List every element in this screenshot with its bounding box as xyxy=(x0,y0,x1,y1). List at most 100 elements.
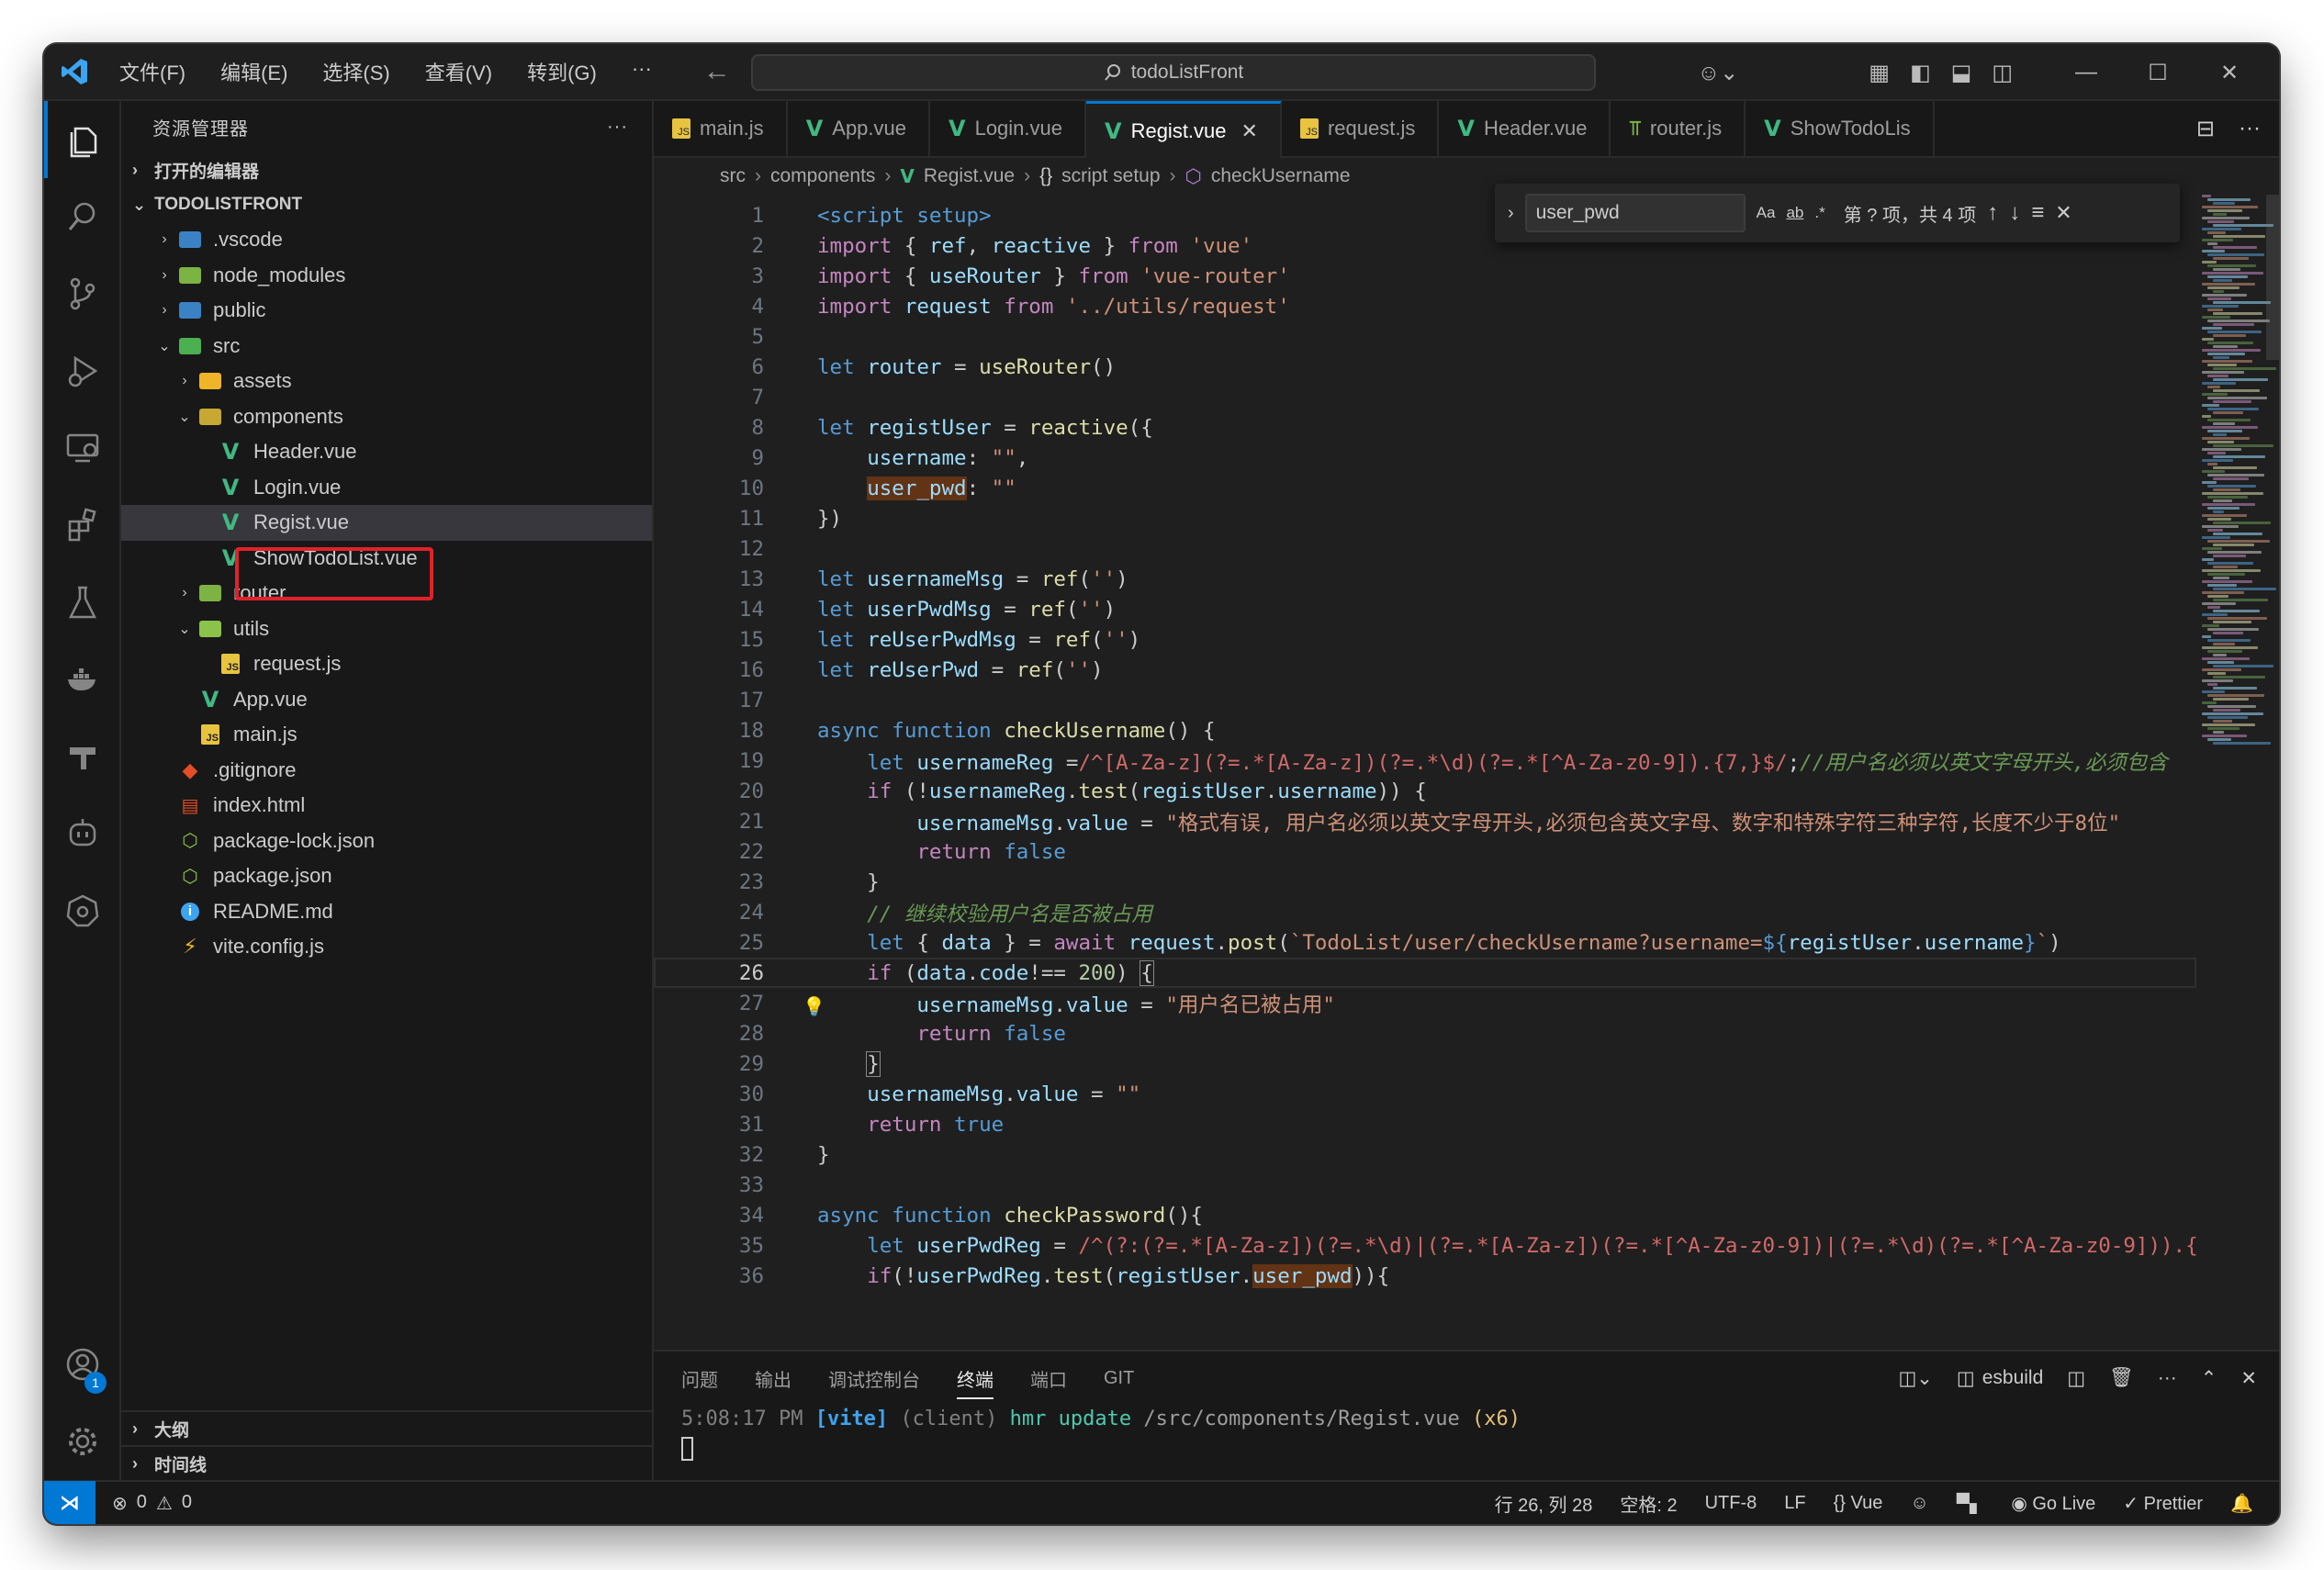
remote-status-icon[interactable]: ▀▖ xyxy=(1957,1492,1984,1515)
editor-more-icon[interactable]: ··· xyxy=(2239,116,2261,141)
panel-tab[interactable]: 输出 xyxy=(755,1365,792,1392)
editor-tab[interactable]: JS request.js xyxy=(1282,101,1440,156)
tree-item[interactable]: › router xyxy=(121,576,652,611)
regex-toggle[interactable]: .* xyxy=(1814,204,1824,222)
menu-view[interactable]: 查看(V) xyxy=(410,51,507,92)
code-line[interactable]: 7 xyxy=(654,382,2196,412)
open-editors-section[interactable]: › 打开的编辑器 xyxy=(121,152,652,187)
tree-item[interactable]: ⌄ utils xyxy=(121,611,652,647)
panel-tab[interactable]: 调试控制台 xyxy=(828,1365,920,1392)
remote-hammer-icon[interactable] xyxy=(44,718,121,795)
code-line[interactable]: 5 xyxy=(654,321,2196,352)
match-case-toggle[interactable]: Aa xyxy=(1757,204,1776,222)
code-line[interactable]: 4 import request from '../utils/request' xyxy=(654,291,2196,321)
split-terminal-icon[interactable]: ◫ xyxy=(2067,1367,2085,1390)
code-line[interactable]: 29 } xyxy=(654,1049,2196,1079)
testing-flask-icon[interactable] xyxy=(44,564,121,641)
error-count[interactable]: 0 xyxy=(137,1492,147,1515)
code-line[interactable]: 26 if (data.code!== 200) { xyxy=(654,958,2196,988)
code-line[interactable]: 20 if (!usernameReg.test(registUser.user… xyxy=(654,776,2196,806)
editor-tab[interactable]: V Regist.vue ✕ xyxy=(1086,101,1282,158)
code-line[interactable]: 27 usernameMsg.value = "用户名已被占用" xyxy=(654,988,2196,1018)
code-line[interactable]: 18 async function checkUsername() { xyxy=(654,715,2196,746)
tree-item[interactable]: V App.vue xyxy=(121,682,652,718)
code-line[interactable]: 6 let router = useRouter() xyxy=(654,352,2196,382)
encoding[interactable]: UTF-8 xyxy=(1705,1493,1757,1514)
tree-item[interactable]: ⬡ package-lock.json xyxy=(121,824,652,859)
code-line[interactable]: 36 if(!userPwdReg.test(registUser.user_p… xyxy=(654,1261,2196,1291)
go-live[interactable]: ◉ Go Live xyxy=(2011,1492,2095,1515)
trash-icon[interactable]: 🗑 xyxy=(2109,1367,2134,1389)
next-match-arrow-icon[interactable]: ↓ xyxy=(2009,200,2020,226)
editor-tab[interactable]: V Login.vue xyxy=(930,101,1086,156)
breadcrumb-function[interactable]: checkUsername xyxy=(1211,165,1351,187)
maximize-icon[interactable]: ☐ xyxy=(2132,60,2184,86)
docker-icon[interactable] xyxy=(44,641,121,718)
editor-tab[interactable]: V App.vue xyxy=(788,101,930,156)
tree-item[interactable]: JS main.js xyxy=(121,717,652,753)
editor-tab[interactable]: V Header.vue xyxy=(1439,101,1611,156)
prettier[interactable]: ✓ Prettier xyxy=(2123,1492,2203,1515)
menu-go[interactable]: 转到(G) xyxy=(512,51,612,92)
find-in-selection-icon[interactable]: ≡ xyxy=(2031,200,2044,226)
tree-item[interactable]: › .vscode xyxy=(121,222,652,258)
timeline-section[interactable]: › 时间线 xyxy=(121,1445,652,1480)
tree-item[interactable]: i README.md xyxy=(121,894,652,930)
code-line[interactable]: 32} xyxy=(654,1139,2196,1170)
panel-tab[interactable]: 终端 xyxy=(957,1365,994,1399)
code-line[interactable]: 8 let registUser = reactive({ xyxy=(654,412,2196,443)
breadcrumb-src[interactable]: src xyxy=(720,165,746,187)
panel-more-icon[interactable]: ··· xyxy=(2158,1367,2177,1389)
layout-customize-icon[interactable]: ▦ xyxy=(1869,60,1890,86)
command-center[interactable]: todoListFront xyxy=(751,54,1596,91)
code-line[interactable]: 33 xyxy=(654,1170,2196,1200)
menu-edit[interactable]: 编辑(E) xyxy=(206,51,302,92)
notifications-bell-icon[interactable]: 🔔 xyxy=(2230,1492,2253,1515)
code-line[interactable]: 34 async function checkPassword(){ xyxy=(654,1200,2196,1230)
code-line[interactable]: 15 let reUserPwdMsg = ref('') xyxy=(654,624,2196,655)
tree-item[interactable]: JS request.js xyxy=(121,646,652,682)
minimize-icon[interactable]: — xyxy=(2060,60,2112,85)
indentation[interactable]: 空格: 2 xyxy=(1620,1490,1677,1517)
code-line[interactable]: 16 let reUserPwd = ref('') xyxy=(654,655,2196,685)
menu-selection[interactable]: 选择(S) xyxy=(308,51,404,92)
menu-file[interactable]: 文件(F) xyxy=(105,51,200,92)
project-section[interactable]: ⌄ TODOLISTFRONT xyxy=(121,187,652,222)
panel-tab[interactable]: GIT xyxy=(1104,1368,1134,1389)
copilot-chat-icon[interactable] xyxy=(44,795,121,872)
language-mode[interactable]: {} Vue xyxy=(1834,1493,1883,1514)
tree-item[interactable]: › assets xyxy=(121,364,652,399)
code-line[interactable]: 9 username: "", xyxy=(654,443,2196,473)
code-line[interactable]: 13 let usernameMsg = ref('') xyxy=(654,564,2196,594)
close-panel-icon[interactable]: ✕ xyxy=(2240,1367,2257,1390)
explorer-more-icon[interactable]: ··· xyxy=(607,117,628,138)
extensions-icon[interactable] xyxy=(44,487,121,564)
find-input[interactable]: user_pwd xyxy=(1524,194,1746,232)
code-line[interactable]: 17 xyxy=(654,685,2196,715)
tree-item[interactable]: ⚡ vite.config.js xyxy=(121,929,652,965)
remote-explorer-icon[interactable] xyxy=(44,409,121,487)
tree-item[interactable]: ⌄ src xyxy=(121,329,652,364)
breadcrumb-file[interactable]: Regist.vue xyxy=(924,165,1015,187)
code-line[interactable]: 21 usernameMsg.value = "格式有误, 用户名必须以英文字母… xyxy=(654,806,2196,836)
panel-tab[interactable]: 问题 xyxy=(681,1365,718,1392)
panel-tab[interactable]: 端口 xyxy=(1030,1365,1067,1392)
run-debug-icon[interactable] xyxy=(44,332,121,409)
editor-tab[interactable]: ⫪ router.js xyxy=(1611,101,1746,156)
editor-scrollbar[interactable] xyxy=(2266,195,2279,360)
search-activity-icon[interactable] xyxy=(44,178,121,255)
settings-gear-icon[interactable] xyxy=(44,1403,121,1480)
code-line[interactable]: 31 return true xyxy=(654,1109,2196,1139)
close-window-icon[interactable]: ✕ xyxy=(2204,60,2255,86)
code-editor[interactable]: 💡 1 <script setup> 2 import { ref, reactive… xyxy=(654,195,2196,1350)
end-of-line[interactable]: LF xyxy=(1784,1493,1805,1514)
toggle-replace-chevron-icon[interactable]: › xyxy=(1508,203,1514,224)
code-line[interactable]: 10 user_pwd: "" xyxy=(654,473,2196,503)
explorer-icon[interactable] xyxy=(44,101,121,178)
toggle-sidebar-icon[interactable]: ◧ xyxy=(1910,60,1931,86)
tree-item[interactable]: ▤ index.html xyxy=(121,788,652,824)
breadcrumb-components[interactable]: components xyxy=(770,165,875,187)
kubernetes-icon[interactable] xyxy=(44,872,121,949)
outline-section[interactable]: › 大纲 xyxy=(121,1410,652,1445)
tree-item[interactable]: ⌄ components xyxy=(121,399,652,435)
